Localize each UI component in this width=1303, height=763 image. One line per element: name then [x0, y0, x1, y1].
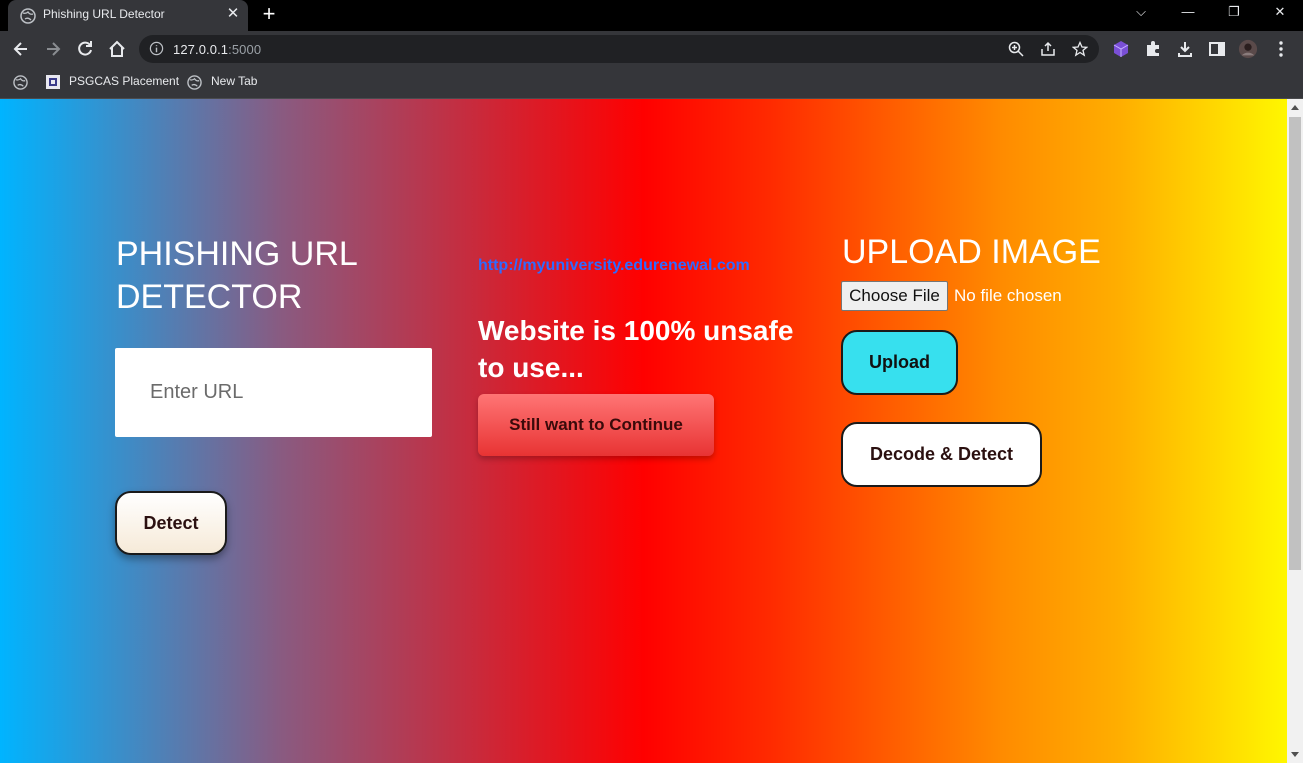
new-tab-icon[interactable]: +	[259, 3, 279, 25]
page-scrollbar[interactable]	[1287, 99, 1303, 763]
scroll-up-arrow-icon[interactable]	[1291, 105, 1299, 110]
side-panel-icon[interactable]	[1207, 39, 1227, 59]
scroll-down-arrow-icon[interactable]	[1291, 752, 1299, 757]
file-status-text: No file chosen	[954, 286, 1062, 305]
url-input[interactable]	[115, 348, 432, 437]
upload-button[interactable]: Upload	[841, 330, 958, 395]
forward-icon[interactable]	[43, 39, 63, 59]
globe-icon	[20, 8, 36, 24]
detect-button[interactable]: Detect	[115, 491, 227, 555]
home-icon[interactable]	[107, 39, 127, 59]
restore-icon[interactable]: ❐	[1224, 4, 1244, 20]
decode-detect-button[interactable]: Decode & Detect	[841, 422, 1042, 487]
back-icon[interactable]	[11, 39, 31, 59]
browser-toolbar: 127.0.0.1:5000	[0, 31, 1303, 67]
page-content: PHISHING URL DETECTOR Detect http://myun…	[0, 99, 1287, 763]
browser-tab[interactable]: Phishing URL Detector ✕	[8, 0, 248, 31]
profile-avatar-icon[interactable]	[1238, 39, 1258, 59]
browser-tabstrip: Phishing URL Detector ✕ + ⌵ — ❐ ✕	[0, 0, 1303, 31]
scroll-thumb[interactable]	[1289, 117, 1301, 570]
psgcas-favicon-icon	[46, 75, 60, 89]
menu-kebab-icon[interactable]	[1271, 39, 1291, 59]
result-message: Website is 100% unsafe to use...	[478, 315, 794, 383]
reload-icon[interactable]	[75, 39, 95, 59]
tab-title: Phishing URL Detector	[43, 7, 165, 21]
window-close-icon[interactable]: ✕	[1270, 4, 1290, 20]
extension-cube-icon[interactable]	[1111, 39, 1131, 59]
bookmarks-bar: PSGCAS Placement New Tab	[0, 67, 1303, 99]
zoom-icon[interactable]	[1008, 41, 1024, 57]
apps-globe-icon[interactable]	[13, 75, 28, 90]
tab-search-icon[interactable]: ⌵	[1131, 4, 1151, 20]
choose-file-button[interactable]: Choose File	[841, 281, 948, 311]
bookmark-new-tab[interactable]: New Tab	[211, 74, 257, 88]
close-tab-icon[interactable]: ✕	[225, 6, 241, 22]
bookmark-psgcas-placement[interactable]: PSGCAS Placement	[69, 74, 179, 88]
share-icon[interactable]	[1040, 41, 1056, 57]
download-icon[interactable]	[1175, 39, 1195, 59]
address-bar[interactable]: 127.0.0.1:5000	[139, 35, 1099, 63]
detector-heading: PHISHING URL DETECTOR	[116, 235, 357, 316]
extensions-puzzle-icon[interactable]	[1143, 39, 1163, 59]
upload-heading: UPLOAD IMAGE	[842, 233, 1101, 271]
checked-url-link[interactable]: http://myuniversity.edurenewal.com	[478, 257, 750, 275]
continue-button[interactable]: Still want to Continue	[478, 394, 714, 456]
newtab-globe-icon	[187, 75, 202, 90]
site-info-icon[interactable]	[149, 41, 164, 56]
bookmark-star-icon[interactable]	[1072, 41, 1088, 57]
url-text: 127.0.0.1:5000	[173, 42, 262, 57]
minimize-icon[interactable]: —	[1178, 4, 1198, 19]
